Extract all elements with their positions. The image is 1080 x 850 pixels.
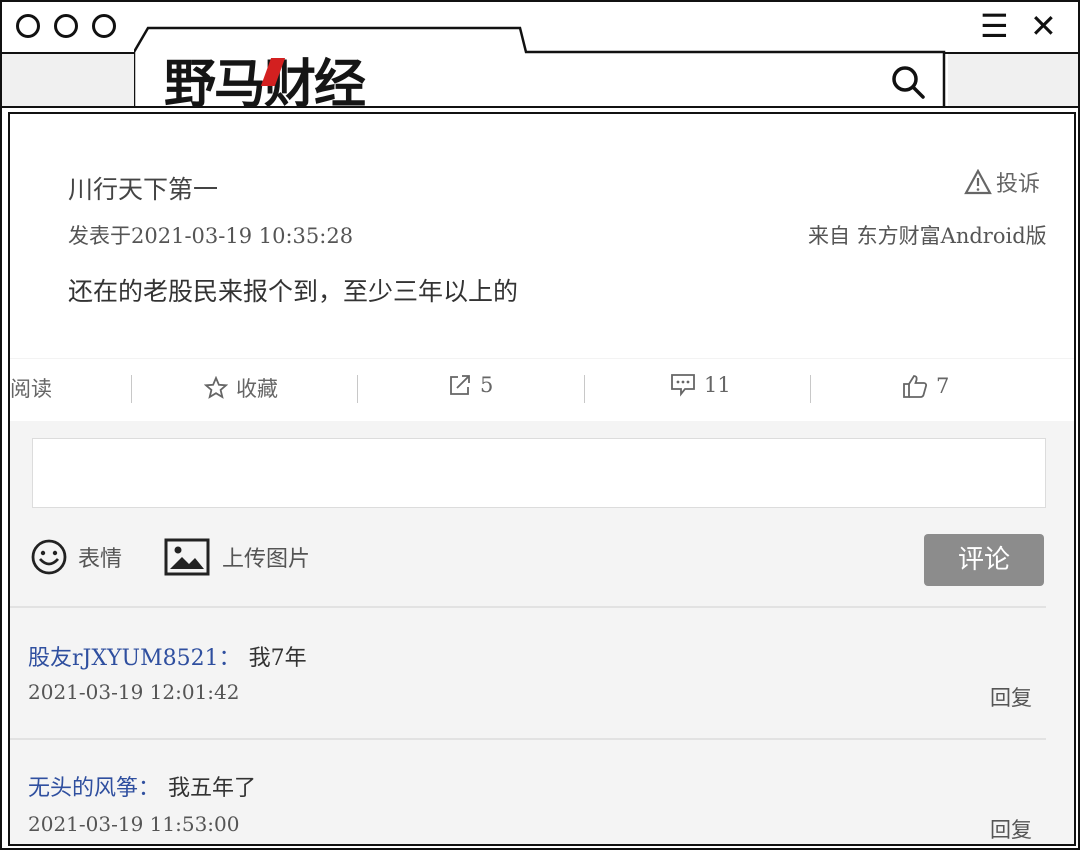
share-button[interactable]: 5	[448, 373, 493, 397]
upload-label: 上传图片	[222, 547, 311, 572]
like-count: 7	[936, 374, 950, 398]
comment-divider	[10, 738, 1046, 740]
report-button[interactable]: 投诉	[964, 166, 1040, 198]
post-timestamp: 发表于2021-03-19 10:35:28	[68, 224, 354, 248]
emoji-label: 表情	[78, 547, 123, 572]
post-author[interactable]: 川行天下第一	[68, 170, 218, 206]
like-button[interactable]: 7	[902, 373, 949, 399]
star-icon	[204, 376, 228, 399]
window-dot-1[interactable]	[16, 14, 40, 38]
comment-username[interactable]: 股友rJXYUM8521	[28, 646, 219, 671]
favorite-label: 收藏	[236, 377, 278, 401]
comment-count-button[interactable]: 11	[670, 373, 731, 397]
comment-line: 股友rJXYUM8521： 我7年	[28, 640, 307, 672]
comment-colon: ：	[138, 776, 161, 801]
page-content: 川行天下第一 投诉 发表于2021-03-19 10:35:28 来自 东方财富…	[8, 112, 1076, 846]
thumbs-up-icon	[903, 375, 928, 398]
search-icon[interactable]	[890, 64, 926, 100]
read-count: 阅读	[10, 373, 52, 403]
post-source: 来自 东方财富Android版	[808, 224, 1047, 248]
reply-button[interactable]: 回复	[990, 814, 1032, 844]
window-dot-2[interactable]	[54, 14, 78, 38]
tab-right-inactive[interactable]	[948, 54, 1078, 106]
comment-time: 2021-03-19 11:53:00	[28, 812, 240, 836]
report-label: 投诉	[996, 172, 1041, 197]
comment-colon: ：	[218, 646, 241, 671]
comment-icon	[671, 374, 695, 397]
comment-text: 我五年了	[168, 776, 257, 801]
comment-time: 2021-03-19 12:01:42	[28, 680, 240, 704]
action-separator	[810, 375, 811, 403]
hamburger-icon[interactable]: ☰	[980, 10, 1009, 42]
comment-line: 无头的风筝： 我五年了	[28, 770, 256, 802]
window-dot-3[interactable]	[92, 14, 116, 38]
reply-button[interactable]: 回复	[990, 682, 1032, 712]
comment-username[interactable]: 无头的风筝	[28, 776, 138, 801]
comment-input[interactable]	[32, 438, 1046, 508]
site-logo[interactable]: 野马财经	[164, 42, 366, 117]
close-icon[interactable]: ✕	[1030, 10, 1057, 42]
tab-left-inactive[interactable]	[2, 54, 134, 106]
warning-icon	[964, 169, 992, 195]
share-count: 5	[480, 373, 494, 397]
comment-text: 我7年	[248, 646, 307, 671]
comment-count: 11	[704, 373, 731, 397]
emoji-button[interactable]: 表情	[30, 538, 122, 576]
upload-image-button[interactable]: 上传图片	[164, 538, 310, 576]
action-separator	[131, 375, 132, 403]
post-body: 还在的老股民来报个到，至少三年以上的	[68, 277, 519, 306]
post-action-bar: 阅读 收藏 5 11 7	[10, 358, 1074, 421]
read-label: 阅读	[10, 377, 52, 401]
share-icon	[450, 375, 470, 395]
action-separator	[584, 375, 585, 403]
image-icon	[164, 538, 210, 576]
favorite-button[interactable]: 收藏	[204, 373, 278, 403]
browser-window: ☰ ✕ 野马财经 川行天下第一 投诉 发表于2021-03-19 10:35:2…	[0, 0, 1080, 850]
submit-comment-button[interactable]: 评论	[924, 534, 1044, 586]
comments-divider	[10, 606, 1046, 608]
action-separator	[357, 375, 358, 403]
smiley-icon	[31, 539, 67, 575]
